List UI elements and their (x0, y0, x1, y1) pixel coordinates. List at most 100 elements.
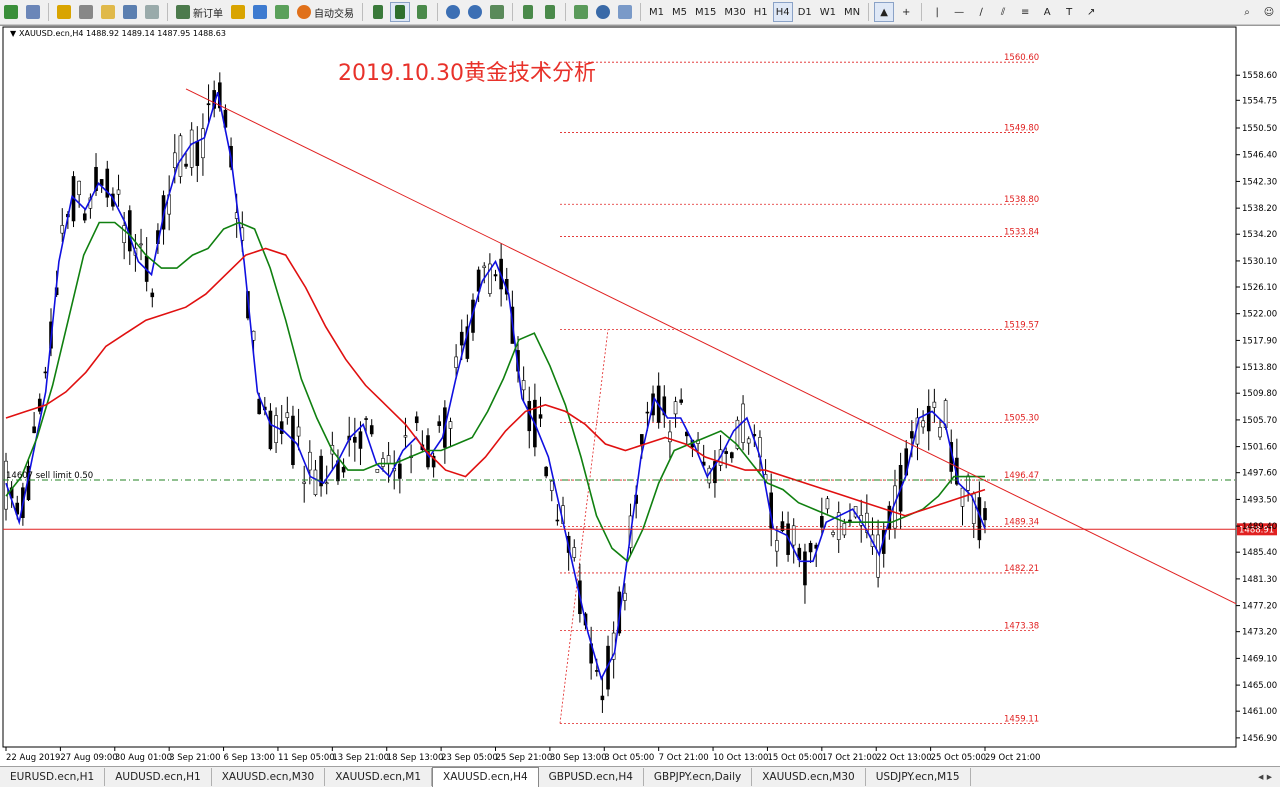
search-icon[interactable]: ⌕ (1237, 2, 1257, 22)
candle-body (910, 431, 914, 439)
tab-scroll-arrows[interactable]: ◂ ▸ (1250, 771, 1280, 783)
signals-icon[interactable] (250, 2, 270, 22)
fib-level-label: 1549.80 (1004, 124, 1039, 134)
new-chart-icon[interactable] (1, 2, 21, 22)
text-icon[interactable]: A (1037, 2, 1057, 22)
y-tick-label: 1550.50 (1242, 124, 1277, 134)
timeframe-m5[interactable]: M5 (669, 2, 690, 22)
y-tick-label: 1456.90 (1242, 734, 1277, 744)
plot-frame (2, 26, 1237, 748)
candle-body (966, 475, 970, 491)
tab-6[interactable]: GBPJPY.ecn,Daily (644, 768, 753, 786)
tab-1[interactable]: AUDUSD.ecn,H1 (105, 768, 212, 786)
sell-limit-label: 14607 sell limit 0.50 (6, 471, 93, 481)
x-tick-label: 6 Sep 13:00 (224, 753, 275, 763)
tile-windows-icon[interactable] (487, 2, 507, 22)
equidistant-channel-icon[interactable]: ⫽ (993, 2, 1013, 22)
toolbar-divider (921, 3, 923, 21)
data-window-icon[interactable] (76, 2, 96, 22)
fib-level-label: 1505.30 (1004, 414, 1039, 424)
candle-body (403, 435, 408, 438)
candle-body (448, 421, 453, 429)
tab-5[interactable]: GBPUSD.ecn,H4 (539, 768, 644, 786)
main-toolbar: 新订单 自动交易 M1 M5 M15 M30 H1 H4 D1 W1 MN ▲ + | — ∕ … (0, 0, 1280, 25)
timeframe-h4[interactable]: H4 (772, 2, 793, 22)
horizontal-line-icon[interactable]: — (949, 2, 969, 22)
chart-shift-icon[interactable] (540, 2, 560, 22)
timeframe-m1[interactable]: M1 (646, 2, 667, 22)
y-tick-label: 1526.10 (1242, 283, 1277, 293)
timeframe-d1[interactable]: D1 (795, 2, 815, 22)
metaeditor-icon[interactable] (228, 2, 248, 22)
zoom-in-icon[interactable] (443, 2, 463, 22)
zoom-out-icon[interactable] (465, 2, 485, 22)
market-watch-icon[interactable] (54, 2, 74, 22)
candle-body (178, 135, 183, 177)
candle-body (775, 540, 779, 552)
autoscroll-icon[interactable] (518, 2, 538, 22)
candle-body (77, 180, 81, 196)
terminal-icon[interactable] (120, 2, 140, 22)
candle-body (201, 128, 205, 159)
candle-body (538, 414, 543, 419)
templates-icon[interactable] (615, 2, 635, 22)
timeframe-m30[interactable]: M30 (721, 2, 748, 22)
candle-body (32, 426, 36, 434)
autotrade-button[interactable]: 自动交易 (294, 2, 357, 22)
candle-body (521, 380, 526, 391)
tab-7[interactable]: XAUUSD.ecn,M30 (752, 768, 866, 786)
new-order-label: 新订单 (193, 8, 223, 20)
crosshair-icon[interactable]: + (896, 2, 916, 22)
timeframe-h1[interactable]: H1 (751, 2, 771, 22)
trendline-icon[interactable]: ∕ (971, 2, 991, 22)
candle-body (594, 670, 599, 672)
candle-body (645, 411, 650, 414)
vertical-line-icon[interactable]: | (927, 2, 947, 22)
vps-icon[interactable] (272, 2, 292, 22)
tab-4[interactable]: XAUUSD.ecn,H4 (432, 767, 539, 787)
x-tick-label: 13 Sep 21:00 (332, 753, 389, 763)
arrows-icon[interactable]: ↗ (1081, 2, 1101, 22)
candle-body (116, 189, 121, 195)
candle-body (60, 225, 65, 234)
tab-3[interactable]: XAUUSD.ecn,M1 (325, 768, 433, 786)
line-chart-icon[interactable] (412, 2, 432, 22)
price-chart[interactable]: 1560.60 1549.80 1538.80 1533.84 1519.57 1505.… (0, 26, 1280, 767)
x-tick-label: 29 Oct 21:00 (985, 753, 1040, 763)
y-tick-label: 1542.30 (1242, 177, 1277, 187)
timeframe-mn[interactable]: MN (841, 2, 863, 22)
candle-body (398, 463, 402, 479)
y-tick-label: 1538.20 (1242, 204, 1277, 214)
new-order-button[interactable]: 新订单 (173, 2, 226, 22)
candle-body (459, 331, 464, 346)
chart-window[interactable]: 1560.60 1549.80 1538.80 1533.84 1519.57 1505.… (0, 25, 1280, 767)
cursor-icon[interactable]: ▲ (874, 2, 895, 22)
community-icon[interactable]: ☺ (1259, 2, 1279, 22)
bar-chart-icon[interactable] (368, 2, 388, 22)
fib-level-label: 1473.38 (1004, 621, 1039, 631)
timeframe-m15[interactable]: M15 (692, 2, 719, 22)
toolbar-divider (48, 3, 49, 21)
x-tick-label: 7 Oct 21:00 (659, 753, 709, 763)
tab-8[interactable]: USDJPY.ecn,M15 (866, 768, 971, 786)
candle-body (668, 431, 672, 443)
strategy-tester-icon[interactable] (142, 2, 162, 22)
candle-body (848, 519, 852, 522)
fibonacci-icon[interactable]: ≡ (1015, 2, 1035, 22)
profiles-icon[interactable] (23, 2, 43, 22)
tab-2[interactable]: XAUUSD.ecn,M30 (212, 768, 326, 786)
candle-body (313, 469, 318, 495)
text-label-icon[interactable]: T (1059, 2, 1079, 22)
candle-body (437, 421, 442, 426)
candle-body (746, 438, 751, 444)
timeframe-group: M1 M5 M15 M30 H1 H4 D1 W1 MN (645, 2, 864, 22)
navigator-icon[interactable] (98, 2, 118, 22)
periods-icon[interactable] (593, 2, 613, 22)
y-tick-label: 1530.10 (1242, 257, 1277, 267)
indicators-icon[interactable] (571, 2, 591, 22)
y-tick-label: 1465.00 (1242, 681, 1277, 691)
timeframe-w1[interactable]: W1 (817, 2, 839, 22)
y-tick-label: 1534.20 (1242, 230, 1277, 240)
candlestick-icon[interactable] (390, 2, 410, 22)
tab-0[interactable]: EURUSD.ecn,H1 (0, 768, 106, 786)
